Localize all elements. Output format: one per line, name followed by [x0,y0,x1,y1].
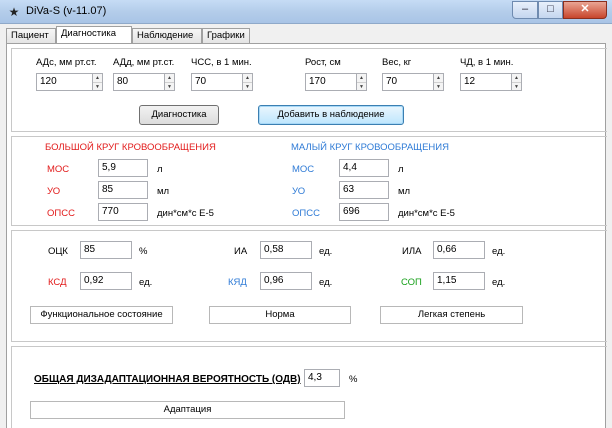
odv-unit: % [349,374,358,385]
height-input[interactable]: 170 [305,73,357,91]
small-uo-value: 63 [339,181,389,199]
chd-spinner[interactable]: ▲ ▼ [511,73,522,91]
odv-panel: ОБЩАЯ ДИЗАДАПТАЦИОННАЯ ВЕРОЯТНОСТЬ (ОДВ)… [11,346,607,428]
chd-label: ЧД, в 1 мин. [460,57,514,68]
small-mos-value: 4,4 [339,159,389,177]
ila-unit: ед. [492,246,506,257]
spin-down-icon[interactable]: ▼ [512,82,521,90]
big-opss-value: 770 [98,203,148,221]
ia-unit: ед. [319,246,333,257]
sop-label: СОП [401,277,422,288]
window-title: DiVa-S (v-11.07) [26,5,107,17]
chss-input[interactable]: 70 [191,73,243,91]
spin-up-icon[interactable]: ▲ [434,74,443,82]
maximize-icon: □ [547,3,554,15]
ad-d-label: АДд, мм рт.ст. [113,57,175,68]
spin-up-icon[interactable]: ▲ [93,74,102,82]
weight-label: Вес, кг [382,57,412,68]
spin-up-icon[interactable]: ▲ [165,74,174,82]
add-to-observation-button[interactable]: Добавить в наблюдение [258,105,404,125]
big-opss-unit: дин*см*с Е-5 [157,208,214,219]
tab-observation[interactable]: Наблюдение [132,28,202,43]
ocz-unit: % [139,246,148,257]
weight-spinner[interactable]: ▲ ▼ [433,73,444,91]
weight-input[interactable]: 70 [382,73,434,91]
spin-down-icon[interactable]: ▼ [243,82,252,90]
ocz-label: ОЦК [48,246,68,257]
maximize-button[interactable]: □ [538,1,563,19]
small-opss-value: 696 [339,203,389,221]
big-mos-unit: л [157,164,163,175]
sop-unit: ед. [492,277,506,288]
height-spinner[interactable]: ▲ ▼ [356,73,367,91]
spin-up-icon[interactable]: ▲ [357,74,366,82]
big-circle-title: БОЛЬШОЙ КРУГ КРОВООБРАЩЕНИЯ [45,142,216,153]
tab-charts[interactable]: Графики [202,28,250,43]
circulation-panel: БОЛЬШОЙ КРУГ КРОВООБРАЩЕНИЯ МАЛЫЙ КРУГ К… [11,136,607,226]
small-mos-label: МОС [292,164,315,175]
close-button[interactable]: ✕ [563,1,607,19]
close-icon: ✕ [580,3,590,15]
minimize-icon: – [521,3,529,15]
indices-panel: ОЦК 85 % ИА 0,58 ед. ИЛА 0,66 ед. КСД 0,… [11,230,607,342]
degree-status-box: Легкая степень [380,306,523,324]
tab-diagnostics[interactable]: Диагностика [56,26,132,43]
small-opss-label: ОПСС [292,208,320,219]
height-label: Рост, см [305,57,341,68]
input-panel: АДс, мм рт.ст. 120 ▲ ▼ АДд, мм рт.ст. 80 … [11,48,607,132]
spin-down-icon[interactable]: ▼ [357,82,366,90]
small-opss-unit: дин*см*с Е-5 [398,208,455,219]
spin-up-icon[interactable]: ▲ [243,74,252,82]
ila-value: 0,66 [433,241,485,259]
spin-down-icon[interactable]: ▼ [434,82,443,90]
big-opss-label: ОПСС [47,208,75,219]
norm-status-box: Норма [209,306,351,324]
small-uo-label: УО [292,186,306,197]
small-mos-unit: л [398,164,404,175]
spin-down-icon[interactable]: ▼ [165,82,174,90]
chss-label: ЧСС, в 1 мин. [191,57,252,68]
ksd-value: 0,92 [80,272,132,290]
title-bar: ★ DiVa-S (v-11.07) – □ ✕ [0,0,612,24]
ia-value: 0,58 [260,241,312,259]
tab-content-diagnostics: АДс, мм рт.ст. 120 ▲ ▼ АДд, мм рт.ст. 80 … [6,43,607,428]
ila-label: ИЛА [402,246,422,257]
tab-patient[interactable]: Пациент [6,28,56,43]
ad-s-spinner[interactable]: ▲ ▼ [92,73,103,91]
adaptation-result-box: Адаптация [30,401,345,419]
ia-label: ИА [234,246,248,257]
big-uo-label: УО [47,186,61,197]
odv-value: 4,3 [304,369,340,387]
small-uo-unit: мл [398,186,411,197]
minimize-button[interactable]: – [512,1,538,19]
big-uo-value: 85 [98,181,148,199]
ksd-label: КСД [48,277,67,288]
kyad-label: КЯД [228,277,247,288]
ocz-value: 85 [80,241,132,259]
ad-s-label: АДс, мм рт.ст. [36,57,97,68]
spin-up-icon[interactable]: ▲ [512,74,521,82]
ad-s-input[interactable]: 120 [36,73,93,91]
ad-d-input[interactable]: 80 [113,73,165,91]
small-circle-title: МАЛЫЙ КРУГ КРОВООБРАЩЕНИЯ [291,142,449,153]
ad-d-spinner[interactable]: ▲ ▼ [164,73,175,91]
chd-input[interactable]: 12 [460,73,512,91]
app-icon[interactable]: ★ [8,5,20,19]
sop-value: 1,15 [433,272,485,290]
kyad-unit: ед. [319,277,333,288]
spin-down-icon[interactable]: ▼ [93,82,102,90]
big-uo-unit: мл [157,186,170,197]
ksd-unit: ед. [139,277,153,288]
odv-label: ОБЩАЯ ДИЗАДАПТАЦИОННАЯ ВЕРОЯТНОСТЬ (ОДВ) [34,374,301,385]
functional-state-box: Функциональное состояние [30,306,173,324]
kyad-value: 0,96 [260,272,312,290]
big-mos-value: 5,9 [98,159,148,177]
diagnostics-button[interactable]: Диагностика [139,105,219,125]
big-mos-label: МОС [47,164,70,175]
chss-spinner[interactable]: ▲ ▼ [242,73,253,91]
